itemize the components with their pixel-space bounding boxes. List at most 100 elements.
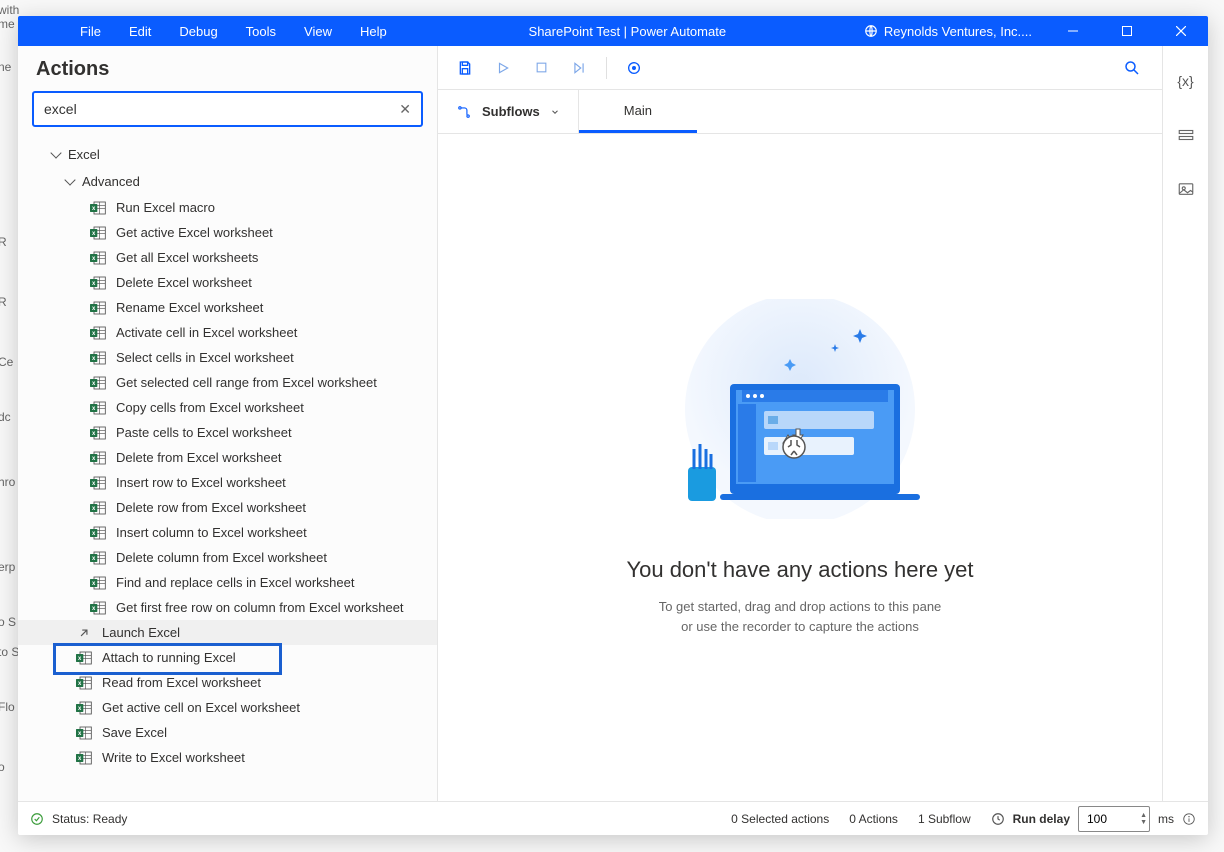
action-item[interactable]: xAttach to running Excel <box>18 645 437 670</box>
excel-icon: x <box>90 552 106 564</box>
action-label: Launch Excel <box>102 625 180 640</box>
action-item[interactable]: xGet active Excel worksheet <box>18 220 437 245</box>
delay-unit: ms <box>1158 812 1174 826</box>
excel-icon: x <box>76 702 92 714</box>
excel-icon: x <box>90 377 106 389</box>
stop-button[interactable] <box>524 51 558 85</box>
variables-button[interactable]: {x} <box>1171 66 1201 96</box>
action-item[interactable]: x Delete row from Excel worksheet <box>18 495 437 520</box>
delay-down[interactable]: ▼ <box>1140 819 1147 826</box>
action-item[interactable]: xRun Excel macro <box>18 195 437 220</box>
chevron-down-icon <box>550 107 560 117</box>
menu-file[interactable]: File <box>66 24 115 39</box>
statusbar: Status: Ready 0 Selected actions 0 Actio… <box>18 801 1208 835</box>
selected-actions-count: 0 Selected actions <box>731 812 829 826</box>
tab-main[interactable]: Main <box>579 90 697 133</box>
excel-icon: x <box>90 577 106 589</box>
action-label: Rename Excel worksheet <box>116 300 263 315</box>
action-item[interactable]: xGet first free row on column from Excel… <box>18 595 437 620</box>
check-circle-icon <box>30 812 44 826</box>
subflow-tabs: Subflows Main <box>438 90 1162 134</box>
search-button[interactable] <box>1112 51 1152 85</box>
excel-icon: x <box>90 402 106 414</box>
status-text: Status: Ready <box>52 812 127 826</box>
excel-icon: x <box>76 727 92 739</box>
action-label: Write to Excel worksheet <box>102 750 245 765</box>
excel-icon: x <box>90 477 106 489</box>
excel-icon: x <box>90 502 106 514</box>
minimize-button[interactable] <box>1050 16 1096 46</box>
action-label: Select cells in Excel worksheet <box>116 350 294 365</box>
menu-edit[interactable]: Edit <box>115 24 165 39</box>
panel-title: Actions <box>18 46 437 91</box>
action-label: Insert row to Excel worksheet <box>116 475 286 490</box>
action-label: Delete column from Excel worksheet <box>116 550 327 565</box>
subflows-dropdown[interactable]: Subflows <box>438 90 579 133</box>
info-icon[interactable] <box>1182 812 1196 826</box>
delay-up[interactable]: ▲ <box>1140 812 1147 819</box>
maximize-button[interactable] <box>1104 16 1150 46</box>
actions-search[interactable]: ✕ <box>32 91 423 127</box>
clear-search-icon[interactable]: ✕ <box>399 101 411 118</box>
empty-illustration <box>660 299 940 519</box>
images-button[interactable] <box>1171 174 1201 204</box>
excel-icon: x <box>90 352 106 364</box>
menu-tools[interactable]: Tools <box>232 24 290 39</box>
step-button[interactable] <box>562 51 596 85</box>
action-item[interactable]: Launch Excel <box>18 620 437 645</box>
action-item[interactable]: xCopy cells from Excel worksheet <box>18 395 437 420</box>
subflows-label: Subflows <box>482 104 540 119</box>
designer-toolbar <box>438 46 1162 90</box>
action-item[interactable]: xInsert column to Excel worksheet <box>18 520 437 545</box>
action-item[interactable]: xGet all Excel worksheets <box>18 245 437 270</box>
close-button[interactable] <box>1158 16 1204 46</box>
action-label: Get active cell on Excel worksheet <box>102 700 300 715</box>
excel-icon: x <box>76 652 92 664</box>
action-item[interactable]: xDelete Excel worksheet <box>18 270 437 295</box>
menu-view[interactable]: View <box>290 24 346 39</box>
action-item[interactable]: x Write to Excel worksheet <box>18 745 437 770</box>
excel-icon: x <box>90 602 106 614</box>
clock-icon <box>991 812 1005 826</box>
action-item[interactable]: xGet selected cell range from Excel work… <box>18 370 437 395</box>
action-label: Paste cells to Excel worksheet <box>116 425 292 440</box>
action-item[interactable]: xPaste cells to Excel worksheet <box>18 420 437 445</box>
action-item[interactable]: x Rename Excel worksheet <box>18 295 437 320</box>
excel-icon: x <box>90 202 106 214</box>
action-item[interactable]: x Delete column from Excel worksheet <box>18 545 437 570</box>
menu-help[interactable]: Help <box>346 24 401 39</box>
run-delay-input[interactable]: ▲▼ <box>1078 806 1150 832</box>
actions-panel: Actions ✕ Excel Advanced xRun Excel macr… <box>18 46 438 801</box>
action-item[interactable]: xRead from Excel worksheet <box>18 670 437 695</box>
action-label: Delete row from Excel worksheet <box>116 500 306 515</box>
tree-group-excel[interactable]: Excel <box>18 141 437 168</box>
save-button[interactable] <box>448 51 482 85</box>
action-item[interactable]: x Get active cell on Excel worksheet <box>18 695 437 720</box>
action-item[interactable]: xActivate cell in Excel worksheet <box>18 320 437 345</box>
flow-canvas[interactable]: You don't have any actions here yet To g… <box>438 134 1162 801</box>
action-label: Read from Excel worksheet <box>102 675 261 690</box>
action-item[interactable]: xFind and replace cells in Excel workshe… <box>18 570 437 595</box>
action-item[interactable]: xSave Excel <box>18 720 437 745</box>
excel-icon: x <box>90 302 106 314</box>
action-item[interactable]: x Select cells in Excel worksheet <box>18 345 437 370</box>
excel-icon: x <box>76 752 92 764</box>
ui-elements-button[interactable] <box>1171 120 1201 150</box>
menu-debug[interactable]: Debug <box>165 24 231 39</box>
subflow-count: 1 Subflow <box>918 812 971 826</box>
search-input[interactable] <box>44 101 399 117</box>
actions-tree: Excel Advanced xRun Excel macroxGet acti… <box>18 137 437 801</box>
run-button[interactable] <box>486 51 520 85</box>
empty-subtitle: To get started, drag and drop actions to… <box>659 597 942 636</box>
org-switcher[interactable]: Reynolds Ventures, Inc.... <box>854 24 1042 39</box>
action-label: Get active Excel worksheet <box>116 225 273 240</box>
titlebar: FileEditDebugToolsViewHelp SharePoint Te… <box>18 16 1208 46</box>
chevron-down-icon <box>50 147 61 158</box>
excel-icon: x <box>90 527 106 539</box>
action-item[interactable]: x Insert row to Excel worksheet <box>18 470 437 495</box>
tree-group-advanced[interactable]: Advanced <box>18 168 437 195</box>
record-button[interactable] <box>617 51 651 85</box>
action-item[interactable]: xDelete from Excel worksheet <box>18 445 437 470</box>
action-label: Delete Excel worksheet <box>116 275 252 290</box>
excel-icon: x <box>90 452 106 464</box>
